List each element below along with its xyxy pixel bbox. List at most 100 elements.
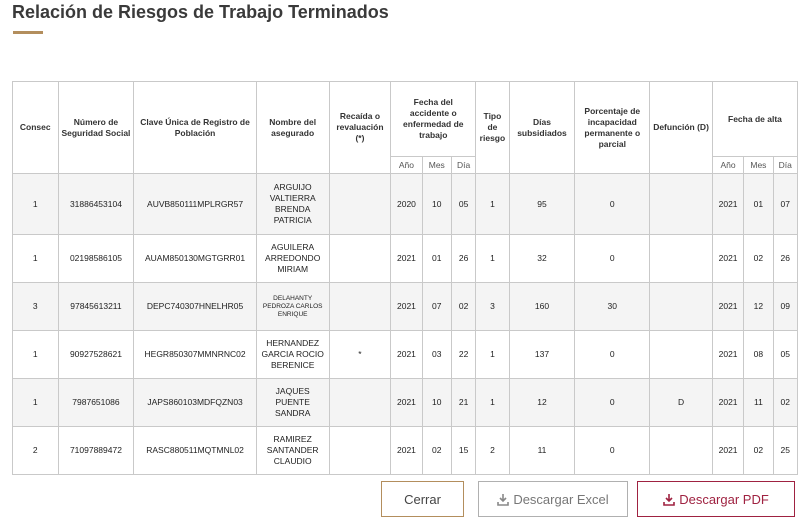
cell-acc-mes: 01 xyxy=(421,234,452,283)
cell-nss: 31886453104 xyxy=(57,173,135,235)
cell-recaida xyxy=(328,173,392,235)
header-porcentaje: Porcentaje de incapacidad permanente o p… xyxy=(574,81,651,174)
table-row: 1 31886453104 AUVB850111MPLRGR57 ARGUIJO… xyxy=(12,173,799,235)
cell-alta-anio: 2021 xyxy=(711,173,745,235)
cell-acc-anio: 2021 xyxy=(390,426,423,475)
cell-alta-mes: 02 xyxy=(743,234,774,283)
cell-acc-dia: 02 xyxy=(450,282,477,331)
table-row: 1 7987651086 JAPS860103MDFQZN03 JAQUES P… xyxy=(12,378,799,427)
cell-curp: JAPS860103MDFQZN03 xyxy=(133,378,257,427)
cell-curp: AUAM850130MGTGRR01 xyxy=(133,234,257,283)
header-fecha-alta: Fecha de alta xyxy=(711,81,799,157)
cell-porcentaje: 0 xyxy=(574,173,651,235)
cell-alta-dia: 02 xyxy=(772,378,799,427)
cell-dias: 95 xyxy=(508,173,576,235)
download-excel-button[interactable]: Descargar Excel xyxy=(478,481,628,517)
cell-defuncion xyxy=(649,426,713,475)
cell-nombre: ARGUIJO VALTIERRA BRENDA PATRICIA xyxy=(255,173,330,235)
cell-nombre: RAMIREZ SANTANDER CLAUDIO xyxy=(255,426,330,475)
cell-acc-anio: 2021 xyxy=(390,378,423,427)
header-nss: Número de Seguridad Social xyxy=(57,81,135,174)
cell-nombre: JAQUES PUENTE SANDRA xyxy=(255,378,330,427)
cell-defuncion xyxy=(649,173,713,235)
cell-acc-mes: 10 xyxy=(421,378,452,427)
close-button[interactable]: Cerrar xyxy=(381,481,464,517)
cell-alta-anio: 2021 xyxy=(711,378,745,427)
table-row: 3 97845613211 DEPC740307HNELHR05 DELAHAN… xyxy=(12,282,799,331)
cell-alta-anio: 2021 xyxy=(711,234,745,283)
cell-dias: 160 xyxy=(508,282,576,331)
cell-recaida: * xyxy=(328,330,392,379)
cell-alta-anio: 2021 xyxy=(711,282,745,331)
cell-acc-dia: 15 xyxy=(450,426,477,475)
cell-porcentaje: 30 xyxy=(574,282,651,331)
cell-alta-mes: 11 xyxy=(743,378,774,427)
cell-nss: 97845613211 xyxy=(57,282,135,331)
cell-acc-dia: 05 xyxy=(450,173,477,235)
cell-alta-dia: 09 xyxy=(772,282,799,331)
download-icon xyxy=(497,493,510,506)
cell-tipo: 3 xyxy=(475,282,510,331)
cell-alta-mes: 01 xyxy=(743,173,774,235)
header-dias-subsidiados: Días subsidiados xyxy=(508,81,576,174)
cell-recaida xyxy=(328,282,392,331)
download-pdf-button[interactable]: Descargar PDF xyxy=(637,481,795,517)
close-button-label: Cerrar xyxy=(404,491,441,507)
cell-defuncion xyxy=(649,282,713,331)
cell-defuncion xyxy=(649,330,713,379)
cell-dias: 12 xyxy=(508,378,576,427)
header-recaida: Recaída o revaluación (*) xyxy=(328,81,392,174)
cell-recaida xyxy=(328,378,392,427)
cell-curp: AUVB850111MPLRGR57 xyxy=(133,173,257,235)
cell-nombre: HERNANDEZ GARCIA ROCIO BERENICE xyxy=(255,330,330,379)
cell-acc-mes: 03 xyxy=(421,330,452,379)
header-alta-mes: Mes xyxy=(743,156,774,174)
cell-tipo: 1 xyxy=(475,173,510,235)
cell-curp: RASC880511MQTMNL02 xyxy=(133,426,257,475)
header-consec: Consec xyxy=(12,81,59,174)
header-defuncion: Defunción (D) xyxy=(649,81,713,174)
cell-dias: 32 xyxy=(508,234,576,283)
cell-alta-mes: 12 xyxy=(743,282,774,331)
cell-dias: 11 xyxy=(508,426,576,475)
cell-acc-anio: 2021 xyxy=(390,330,423,379)
header-acc-mes: Mes xyxy=(421,156,452,174)
cell-alta-anio: 2021 xyxy=(711,426,745,475)
download-icon xyxy=(663,493,676,506)
cell-defuncion xyxy=(649,234,713,283)
cell-porcentaje: 0 xyxy=(574,330,651,379)
header-acc-dia: Día xyxy=(450,156,477,174)
cell-alta-mes: 08 xyxy=(743,330,774,379)
table-row: 2 71097889472 RASC880511MQTMNL02 RAMIREZ… xyxy=(12,426,799,475)
cell-alta-dia: 26 xyxy=(772,234,799,283)
cell-consec: 3 xyxy=(12,282,59,331)
cell-alta-dia: 05 xyxy=(772,330,799,379)
cell-consec: 1 xyxy=(12,173,59,235)
cell-consec: 1 xyxy=(12,234,59,283)
cell-tipo: 2 xyxy=(475,426,510,475)
cell-consec: 1 xyxy=(12,378,59,427)
cell-dias: 137 xyxy=(508,330,576,379)
title-underline xyxy=(13,31,43,34)
cell-acc-anio: 2021 xyxy=(390,282,423,331)
cell-alta-dia: 07 xyxy=(772,173,799,235)
cell-porcentaje: 0 xyxy=(574,426,651,475)
cell-alta-mes: 02 xyxy=(743,426,774,475)
cell-acc-anio: 2021 xyxy=(390,234,423,283)
cell-nss: 90927528621 xyxy=(57,330,135,379)
header-curp: Clave Única de Registro de Población xyxy=(133,81,257,174)
cell-recaida xyxy=(328,234,392,283)
cell-acc-dia: 26 xyxy=(450,234,477,283)
download-excel-label: Descargar Excel xyxy=(513,491,609,507)
cell-consec: 1 xyxy=(12,330,59,379)
download-pdf-label: Descargar PDF xyxy=(679,491,769,507)
cell-consec: 2 xyxy=(12,426,59,475)
riesgos-table: Consec Número de Seguridad Social Clave … xyxy=(12,81,799,475)
cell-acc-anio: 2020 xyxy=(390,173,423,235)
cell-tipo: 1 xyxy=(475,234,510,283)
cell-alta-anio: 2021 xyxy=(711,330,745,379)
cell-porcentaje: 0 xyxy=(574,234,651,283)
cell-defuncion: D xyxy=(649,378,713,427)
header-alta-dia: Día xyxy=(772,156,799,174)
cell-tipo: 1 xyxy=(475,378,510,427)
